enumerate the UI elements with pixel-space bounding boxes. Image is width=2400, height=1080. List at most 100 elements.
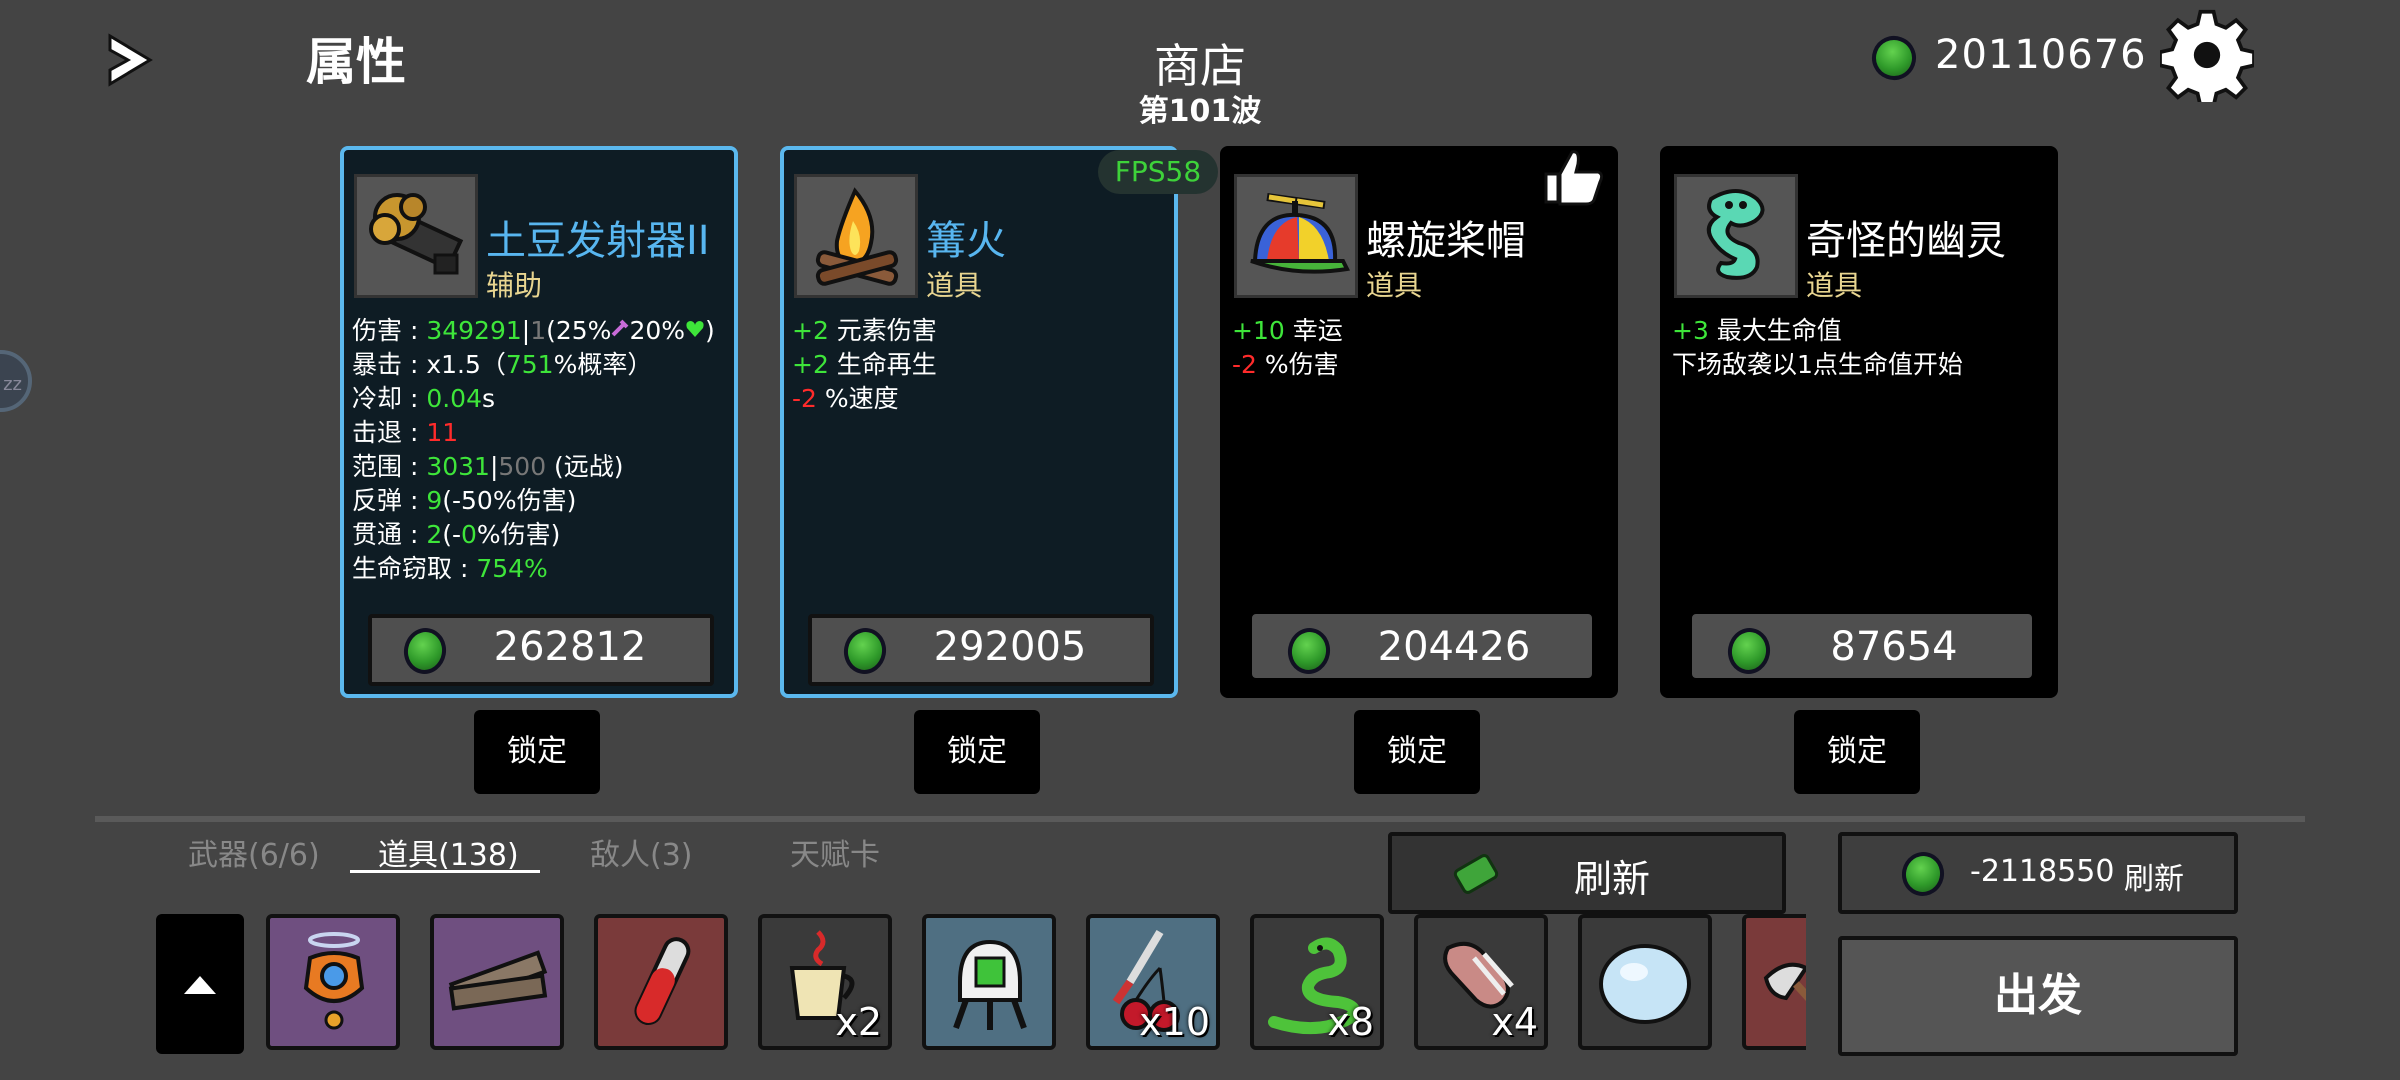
effect-line: +2 生命再生 bbox=[792, 348, 937, 382]
stat-bounce-suffix: (-50%伤害) bbox=[442, 486, 577, 515]
collapse-button[interactable] bbox=[156, 914, 244, 1054]
tab-weapons[interactable]: 武器(6/6) bbox=[188, 830, 320, 874]
stat-cooldown-value: 0.04 bbox=[426, 384, 482, 413]
item-effects: +10 幸运 -2 %伤害 bbox=[1232, 314, 1343, 382]
stat-pierce: 贯通 : 2(-0%伤害) bbox=[352, 518, 715, 552]
item-effects: +3 最大生命值 下场敌袭以1点生命值开始 bbox=[1672, 314, 1963, 382]
stat-cooldown-unit: s bbox=[482, 384, 496, 413]
stat-damage-value: 349291 bbox=[426, 316, 522, 345]
buy-button[interactable]: 262812 bbox=[368, 614, 714, 686]
buy-button[interactable]: 87654 bbox=[1692, 614, 2032, 678]
inventory-slot[interactable]: x4 bbox=[1414, 914, 1548, 1050]
currency-amount: 20110676 bbox=[1935, 32, 2147, 78]
test-tube-icon bbox=[634, 937, 691, 1026]
stat-damage-base: 1 bbox=[530, 316, 547, 345]
stat-crit: 暴击 : x1.5（751%概率） bbox=[352, 348, 715, 382]
item-name: 篝火 bbox=[926, 218, 1006, 264]
inventory-slot[interactable] bbox=[430, 914, 564, 1050]
stat-bounce-label: 反弹 : bbox=[352, 486, 427, 515]
stat-crit-value: 751 bbox=[505, 350, 554, 379]
lock-button[interactable]: 锁定 bbox=[474, 710, 600, 794]
coin-icon bbox=[1284, 624, 1334, 678]
item-count: x4 bbox=[1491, 1000, 1538, 1044]
effect-text: 生命再生 bbox=[828, 350, 937, 379]
stat-pierce-label: 贯通 : bbox=[352, 520, 427, 549]
effect-value: +3 bbox=[1672, 316, 1709, 345]
effect-value: +2 bbox=[792, 350, 829, 379]
item-name: 螺旋桨帽 bbox=[1366, 218, 1526, 264]
effect-text: 幸运 bbox=[1284, 316, 1343, 345]
lock-button[interactable]: 锁定 bbox=[914, 710, 1040, 794]
stat-pierce-value: 2 bbox=[426, 520, 443, 549]
item-kind: 辅助 bbox=[486, 269, 543, 302]
stat-damage-scale-2: 20% bbox=[629, 316, 686, 345]
buy-button[interactable]: 292005 bbox=[808, 614, 1154, 686]
item-price: 292005 bbox=[933, 624, 1087, 670]
inventory-slot[interactable]: x10 bbox=[1086, 914, 1220, 1050]
lock-button[interactable]: 锁定 bbox=[1354, 710, 1480, 794]
potato-launcher-icon bbox=[354, 174, 478, 298]
inventory-slot[interactable] bbox=[922, 914, 1056, 1050]
inventory-slot[interactable] bbox=[1742, 914, 1806, 1050]
effect-line: -2 %速度 bbox=[792, 382, 937, 416]
effect-text: 最大生命值 bbox=[1708, 316, 1842, 345]
shop-card-campfire[interactable]: 篝火 道具 +2 元素伤害 +2 生命再生 -2 %速度 292005 bbox=[780, 146, 1178, 698]
heart-icon bbox=[686, 321, 704, 337]
inventory-slot[interactable] bbox=[1578, 914, 1712, 1050]
inventory-slot[interactable] bbox=[266, 914, 400, 1050]
reroll-button[interactable]: -2118550 刷新 bbox=[1838, 832, 2238, 914]
stat-knockback: 击退 : 11 bbox=[352, 416, 715, 450]
ticket-icon bbox=[1451, 851, 1501, 897]
stat-pierce-open: (- bbox=[442, 520, 462, 549]
snowball-icon bbox=[1599, 944, 1691, 1024]
shop-card-propeller-hat[interactable]: 螺旋桨帽 道具 +10 幸运 -2 %伤害 204426 bbox=[1220, 146, 1618, 698]
thumbs-up-icon bbox=[1544, 150, 1604, 206]
gear-icon[interactable] bbox=[2160, 8, 2254, 102]
tab-enemies[interactable]: 敌人(3) bbox=[590, 830, 693, 874]
stat-range-value: 3031 bbox=[426, 452, 490, 481]
refresh-label: 刷新 bbox=[1574, 857, 1651, 901]
axe-icon bbox=[1763, 962, 1806, 1001]
divider bbox=[95, 816, 2305, 822]
fps-counter: FPS58 bbox=[1098, 150, 1218, 194]
item-count: x8 bbox=[1327, 1000, 1374, 1044]
coin-icon bbox=[1724, 624, 1774, 678]
stat-cooldown: 冷却 : 0.04s bbox=[352, 382, 715, 416]
stat-knockback-value: 11 bbox=[426, 418, 459, 447]
ghost-icon bbox=[1674, 174, 1798, 298]
stat-damage-close: ) bbox=[705, 316, 715, 345]
item-count: x10 bbox=[1139, 1000, 1210, 1044]
item-kind: 道具 bbox=[1806, 269, 1863, 302]
refresh-button[interactable]: 刷新 bbox=[1388, 832, 1786, 914]
drone-icon bbox=[303, 932, 365, 1030]
reroll-cost: -2118550 bbox=[1970, 854, 2115, 889]
lock-button[interactable]: 锁定 bbox=[1794, 710, 1920, 794]
stat-damage-sep: | bbox=[521, 316, 531, 345]
expand-arrow-icon[interactable] bbox=[100, 30, 160, 90]
active-tab-indicator bbox=[350, 870, 540, 873]
tab-talent-cards[interactable]: 天赋卡 bbox=[790, 830, 880, 874]
side-badge[interactable]: zz bbox=[0, 350, 32, 412]
effect-text: %速度 bbox=[816, 384, 899, 413]
tab-items[interactable]: 道具(138) bbox=[378, 830, 519, 874]
medic-robot-icon bbox=[953, 939, 1027, 1030]
stat-range-base: 500 bbox=[498, 452, 547, 481]
effect-line: +3 最大生命值 bbox=[1672, 314, 1963, 348]
stat-range: 范围 : 3031|500 (远战) bbox=[352, 450, 715, 484]
item-price: 204426 bbox=[1377, 624, 1531, 670]
wood-planks-icon bbox=[448, 950, 548, 1011]
campfire-icon bbox=[794, 174, 918, 298]
inventory-slot[interactable]: x8 bbox=[1250, 914, 1384, 1050]
stat-damage: 伤害 : 349291|1(25% 20%) bbox=[352, 314, 715, 348]
buy-button[interactable]: 204426 bbox=[1252, 614, 1592, 678]
go-button[interactable]: 出发 bbox=[1838, 936, 2238, 1056]
shop-card-strange-ghost[interactable]: 奇怪的幽灵 道具 +3 最大生命值 下场敌袭以1点生命值开始 87654 bbox=[1660, 146, 2058, 698]
coin-icon bbox=[1865, 29, 1923, 87]
item-name: 奇怪的幽灵 bbox=[1806, 218, 2006, 264]
stat-range-suffix: (远战) bbox=[546, 452, 624, 481]
shop-card-potato-launcher[interactable]: 土豆发射器II 辅助 伤害 : 349291|1(25% 20%) 暴击 : x1… bbox=[340, 146, 738, 698]
inventory-slot[interactable]: x2 bbox=[758, 914, 892, 1050]
stat-range-label: 范围 : bbox=[352, 452, 427, 481]
inventory-slot[interactable] bbox=[594, 914, 728, 1050]
attributes-title[interactable]: 属性 bbox=[306, 22, 406, 94]
